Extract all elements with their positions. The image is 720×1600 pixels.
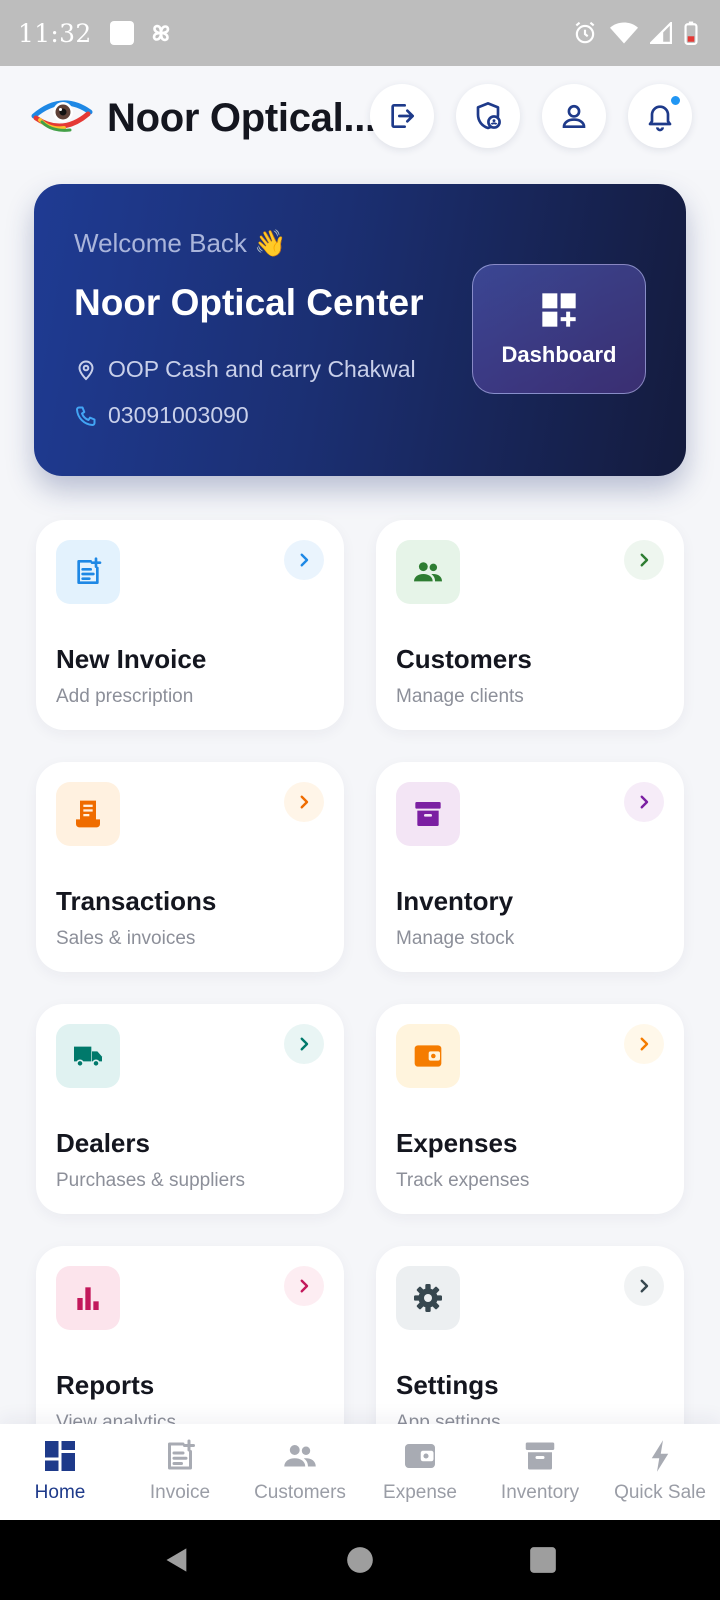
back-icon[interactable] <box>163 1546 191 1574</box>
menu-card-dealers[interactable]: Dealers Purchases & suppliers <box>36 1004 344 1214</box>
receipt-icon <box>76 800 100 828</box>
nav-label: Customers <box>254 1482 346 1503</box>
phone-icon <box>76 406 96 426</box>
profile-button[interactable] <box>542 84 606 148</box>
icon-box <box>56 1024 120 1088</box>
icon-box <box>396 782 460 846</box>
status-bar: 11:32 <box>0 0 720 66</box>
nav-label: Invoice <box>149 1482 211 1503</box>
chevron-right-icon <box>624 1266 664 1306</box>
nav-item-expense[interactable]: Expense <box>360 1424 480 1520</box>
person-icon <box>562 104 586 128</box>
notification-dot <box>669 94 682 107</box>
shop-name: Noor Optical Center <box>74 282 424 323</box>
nav-item-invoice[interactable]: Invoice <box>120 1424 240 1520</box>
nav-label: Quick Sale <box>614 1482 706 1503</box>
admin-button[interactable] <box>456 84 520 148</box>
alarm-icon <box>575 21 595 44</box>
status-time: 11:32 <box>18 18 92 48</box>
wifi-icon <box>610 22 638 44</box>
card-subtitle: Add prescription <box>56 686 194 707</box>
menu-card-transactions[interactable]: Transactions Sales & invoices <box>36 762 344 972</box>
dashboard-label: Dashboard <box>501 342 617 367</box>
battery-icon <box>684 21 698 45</box>
logo-eye-icon <box>31 100 93 132</box>
app-notification-icon <box>109 21 134 45</box>
system-navigation-bar <box>0 1520 720 1600</box>
invoice-icon <box>168 1439 195 1470</box>
wallet-icon <box>414 1045 442 1067</box>
card-subtitle: Purchases & suppliers <box>56 1170 246 1191</box>
card-title: Customers <box>396 644 532 674</box>
logout-icon <box>391 104 414 128</box>
admin-shield-icon <box>476 102 501 130</box>
app-title: Noor Optical... <box>107 96 376 140</box>
icon-box <box>396 1266 460 1330</box>
home-circle-icon[interactable] <box>346 1546 374 1574</box>
menu-card-inventory[interactable]: Inventory Manage stock <box>376 762 684 972</box>
menu-card-new-invoice[interactable]: New Invoice Add prescription <box>36 520 344 730</box>
card-subtitle: Sales & invoices <box>56 928 196 949</box>
card-subtitle: Manage stock <box>396 928 515 949</box>
app-header: Noor Optical... <box>0 66 720 170</box>
recents-square-icon[interactable] <box>529 1546 557 1574</box>
card-title: Transactions <box>56 886 217 916</box>
nav-item-inventory[interactable]: Inventory <box>480 1424 600 1520</box>
nav-item-quick-sale[interactable]: Quick Sale <box>600 1424 720 1520</box>
invoice-icon <box>77 557 102 584</box>
shop-phone: 03091003090 <box>74 402 249 429</box>
chevron-right-icon <box>284 1024 324 1064</box>
bar-chart-icon <box>77 1287 99 1310</box>
notifications-button[interactable] <box>628 84 692 148</box>
nav-item-customers[interactable]: Customers <box>240 1424 360 1520</box>
bolt-icon <box>651 1440 669 1472</box>
signal-icon <box>650 22 672 44</box>
nav-label: Home <box>34 1482 86 1503</box>
phone-text: 03091003090 <box>108 402 249 428</box>
archive-icon <box>525 1442 555 1470</box>
dashboard-add-icon <box>542 293 576 327</box>
card-title: Expenses <box>396 1128 518 1158</box>
card-subtitle: Manage clients <box>396 686 524 707</box>
address-text: OOP Cash and carry Chakwal <box>108 356 416 382</box>
chevron-right-icon <box>624 782 664 822</box>
chevron-right-icon <box>284 540 324 580</box>
chevron-right-icon <box>624 1024 664 1064</box>
dashboard-button[interactable]: Dashboard <box>472 264 646 394</box>
people-icon <box>414 562 442 582</box>
nav-label: Expense <box>383 1482 457 1503</box>
wallet-icon <box>405 1444 435 1468</box>
truck-icon <box>74 1046 102 1068</box>
chevron-right-icon <box>284 782 324 822</box>
icon-box <box>56 782 120 846</box>
location-pin-icon <box>78 360 94 380</box>
card-title: Dealers <box>56 1128 150 1158</box>
menu-card-customers[interactable]: Customers Manage clients <box>376 520 684 730</box>
icon-box <box>396 540 460 604</box>
card-title: Inventory <box>396 886 514 916</box>
icon-box <box>396 1024 460 1088</box>
card-title: Reports <box>56 1370 155 1400</box>
menu-card-expenses[interactable]: Expenses Track expenses <box>376 1004 684 1214</box>
dashboard-icon <box>45 1441 75 1471</box>
nav-label: Inventory <box>500 1482 580 1503</box>
icon-box <box>56 1266 120 1330</box>
welcome-greeting: Welcome Back 👋 <box>74 228 287 258</box>
card-title: Settings <box>396 1370 499 1400</box>
chevron-right-icon <box>284 1266 324 1306</box>
chevron-right-icon <box>624 540 664 580</box>
nav-item-home[interactable]: Home <box>0 1424 120 1520</box>
people-icon <box>284 1445 316 1467</box>
logout-button[interactable] <box>370 84 434 148</box>
card-subtitle: Track expenses <box>396 1170 530 1191</box>
icon-box <box>56 540 120 604</box>
gear-icon <box>414 1284 442 1312</box>
bottom-navigation: Home Invoice Customers Expense Inventory… <box>0 1424 720 1520</box>
pinwheel-icon <box>152 24 169 42</box>
archive-icon <box>415 802 441 826</box>
card-title: New Invoice <box>56 644 207 674</box>
shop-address: OOP Cash and carry Chakwal <box>74 356 416 383</box>
welcome-card: Welcome Back 👋 Noor Optical Center OOP C… <box>34 184 686 476</box>
